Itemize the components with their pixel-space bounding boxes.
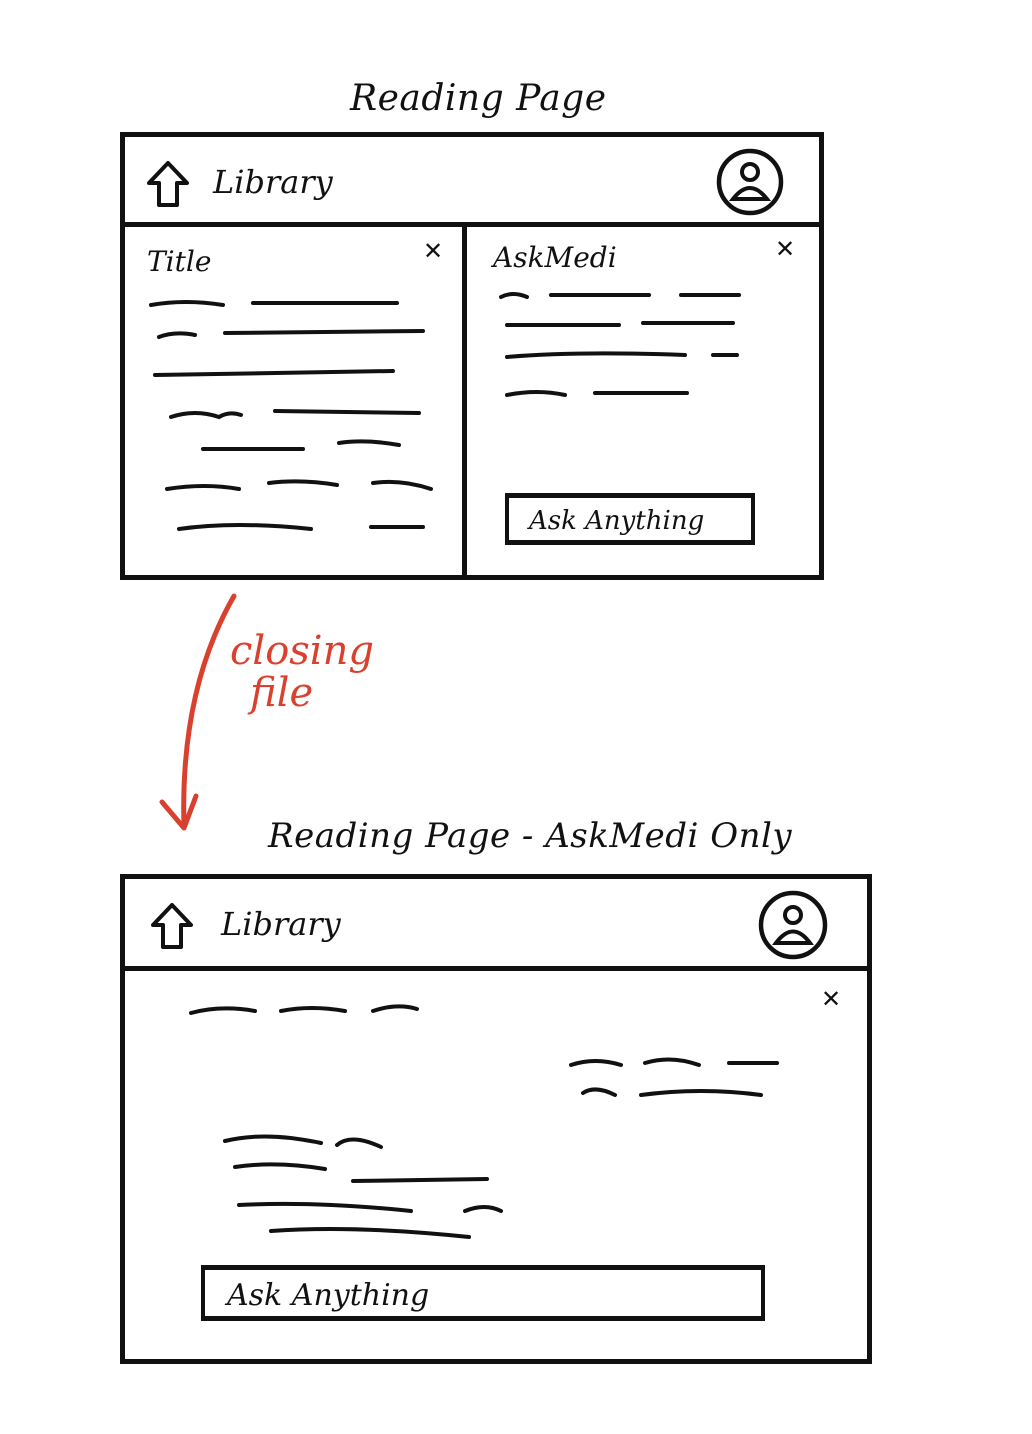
- askmedi-pane: AskMedi ✕ Ask Anything: [467, 227, 819, 575]
- top-frame-caption: Reading Page: [350, 78, 607, 119]
- reading-page-window: Library Title ✕ AskMedi ✕ Ask Anything: [120, 132, 824, 580]
- ask-anything-placeholder: Ask Anything: [227, 1278, 430, 1313]
- askmedi-pane: ✕ Ask Anything: [125, 971, 867, 1359]
- transition-label-line1: closing: [230, 628, 374, 674]
- ask-anything-input[interactable]: Ask Anything: [505, 493, 755, 545]
- home-icon[interactable]: [149, 901, 195, 951]
- ask-anything-placeholder: Ask Anything: [529, 506, 705, 536]
- bottom-frame-caption: Reading Page - AskMedi Only: [268, 816, 793, 856]
- app-header: Library: [125, 879, 867, 971]
- transition-label: closing file: [230, 630, 374, 714]
- user-avatar-icon[interactable]: [755, 889, 831, 961]
- transition-label-line2: file: [250, 670, 314, 716]
- askmedi-only-window: Library ✕ Ask Anything: [120, 874, 872, 1364]
- home-icon[interactable]: [145, 159, 191, 209]
- app-header: Library: [125, 137, 819, 227]
- ask-anything-input[interactable]: Ask Anything: [201, 1265, 765, 1321]
- reader-pane: Title ✕: [125, 227, 462, 575]
- document-text-lines: [149, 300, 433, 531]
- library-link[interactable]: Library: [221, 905, 341, 943]
- library-link[interactable]: Library: [213, 163, 333, 201]
- user-avatar-icon[interactable]: [713, 147, 787, 217]
